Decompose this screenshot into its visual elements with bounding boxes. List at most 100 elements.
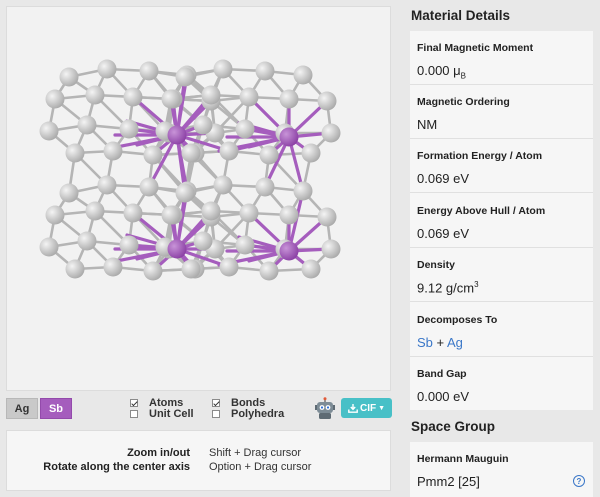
prop-value: NM [417, 117, 438, 132]
ag-atom[interactable] [193, 231, 213, 251]
ag-atom[interactable] [161, 205, 181, 225]
ag-atom[interactable] [321, 123, 341, 143]
download-cif-label: CIF [359, 402, 377, 414]
ag-atom[interactable] [175, 183, 195, 203]
ag-atom[interactable] [219, 257, 239, 277]
ag-atom[interactable] [59, 183, 79, 203]
ag-atom[interactable] [255, 61, 275, 81]
prop-value: Pmm2 [25] [417, 474, 480, 489]
ag-atom[interactable] [239, 203, 259, 223]
ag-atom[interactable] [317, 207, 337, 227]
ag-atom[interactable] [293, 65, 313, 85]
details-sidebar: Material Details Final Magnetic Moment 0… [403, 0, 600, 497]
prop-band-gap: Band Gap 0.000 eV [410, 357, 593, 411]
atoms-checkbox[interactable] [130, 399, 138, 407]
sb-atom[interactable] [279, 241, 299, 261]
material-details-card: Final Magnetic Moment 0.000 μB Magnetic … [410, 31, 593, 410]
sb-atom[interactable] [279, 127, 299, 147]
help-gesture: Shift + Drag cursor [209, 447, 302, 459]
ag-atom[interactable] [213, 175, 233, 195]
ag-atom[interactable] [259, 145, 279, 165]
prop-label: Energy Above Hull / Atom [417, 205, 546, 217]
decomposition-link-sb[interactable]: Sb [417, 335, 433, 350]
ag-atom[interactable] [103, 257, 123, 277]
prop-label: Band Gap [417, 368, 467, 380]
prop-hermann-mauguin: Hermann Mauguin Pmm2 [25] ? [410, 442, 593, 496]
sb-atom[interactable] [167, 125, 187, 145]
ag-atom[interactable] [65, 259, 85, 279]
ag-atom[interactable] [59, 67, 79, 87]
crystal-structure-canvas[interactable] [7, 7, 391, 391]
ag-atom[interactable] [143, 145, 163, 165]
ag-atom[interactable] [201, 85, 221, 105]
ag-atom[interactable] [301, 259, 321, 279]
decomposition-link-ag[interactable]: Ag [447, 335, 463, 350]
ag-atom[interactable] [97, 59, 117, 79]
ag-atom[interactable] [85, 85, 105, 105]
ag-atom[interactable] [175, 67, 195, 87]
ag-atom[interactable] [279, 205, 299, 225]
prop-magnetic-moment: Final Magnetic Moment 0.000 μB [410, 31, 593, 85]
unit-cell-checkbox[interactable] [130, 410, 138, 418]
ag-atom[interactable] [143, 261, 163, 281]
ag-atom[interactable] [103, 141, 123, 161]
ag-atom[interactable] [321, 239, 341, 259]
ag-atom[interactable] [77, 115, 97, 135]
sb-atom[interactable] [167, 239, 187, 259]
ag-atom[interactable] [123, 203, 143, 223]
ag-atom[interactable] [239, 87, 259, 107]
prop-value: Sb + Ag [417, 335, 463, 350]
prop-label: Formation Energy / Atom [417, 150, 543, 162]
ag-atom[interactable] [139, 61, 159, 81]
unit-cell-toggle[interactable]: Unit Cell [130, 408, 194, 420]
bonds-checkbox[interactable] [212, 399, 220, 407]
prop-label: Final Magnetic Moment [417, 42, 534, 54]
ag-atom[interactable] [123, 87, 143, 107]
robot-icon[interactable] [314, 397, 336, 420]
ag-atom[interactable] [219, 141, 239, 161]
ag-atom[interactable] [119, 235, 139, 255]
ag-atom[interactable] [65, 143, 85, 163]
ag-atom[interactable] [85, 201, 105, 221]
prop-value: 9.12 g/cm3 [417, 280, 479, 296]
ag-atom[interactable] [97, 175, 117, 195]
ag-atom[interactable] [235, 119, 255, 139]
ag-atom[interactable] [77, 231, 97, 251]
ag-atom[interactable] [259, 261, 279, 281]
viewer-controls: Ag Sb Atoms Unit Cell Bonds Polyhedra CI… [6, 396, 392, 422]
polyhedra-checkbox[interactable] [212, 410, 220, 418]
ag-atom[interactable] [235, 235, 255, 255]
prop-energy-above-hull: Energy Above Hull / Atom 0.069 eV [410, 194, 593, 248]
ag-atom[interactable] [201, 201, 221, 221]
element-ag-button[interactable]: Ag [6, 398, 38, 419]
ag-atom[interactable] [317, 91, 337, 111]
prop-magnetic-ordering: Magnetic Ordering NM [410, 85, 593, 139]
structure-viewer[interactable] [6, 6, 391, 391]
ag-atom[interactable] [255, 177, 275, 197]
ag-atom[interactable] [119, 119, 139, 139]
ag-atom[interactable] [301, 143, 321, 163]
ag-atom[interactable] [39, 121, 59, 141]
ag-atom[interactable] [45, 89, 65, 109]
viewer-help-panel: Zoom in/out Shift + Drag cursor Rotate a… [6, 430, 391, 491]
ag-atom[interactable] [45, 205, 65, 225]
ag-atom[interactable] [279, 89, 299, 109]
unit-cell-label: Unit Cell [149, 408, 194, 420]
ag-atom[interactable] [293, 181, 313, 201]
space-group-title: Space Group [411, 419, 496, 434]
ag-atom[interactable] [39, 237, 59, 257]
prop-value: 0.069 eV [417, 171, 470, 186]
element-sb-button[interactable]: Sb [40, 398, 72, 419]
ag-atom[interactable] [181, 143, 201, 163]
download-cif-button[interactable]: CIF ▼ [341, 398, 392, 418]
ag-atom[interactable] [139, 177, 159, 197]
prop-label: Density [417, 259, 455, 271]
polyhedra-toggle[interactable]: Polyhedra [212, 408, 284, 420]
ag-atom[interactable] [161, 89, 181, 109]
help-action: Zoom in/out [127, 447, 190, 459]
ag-atom[interactable] [181, 259, 201, 279]
prop-label: Decomposes To [417, 314, 498, 326]
help-icon[interactable]: ? [573, 475, 585, 487]
ag-atom[interactable] [213, 59, 233, 79]
ag-atom[interactable] [193, 115, 213, 135]
